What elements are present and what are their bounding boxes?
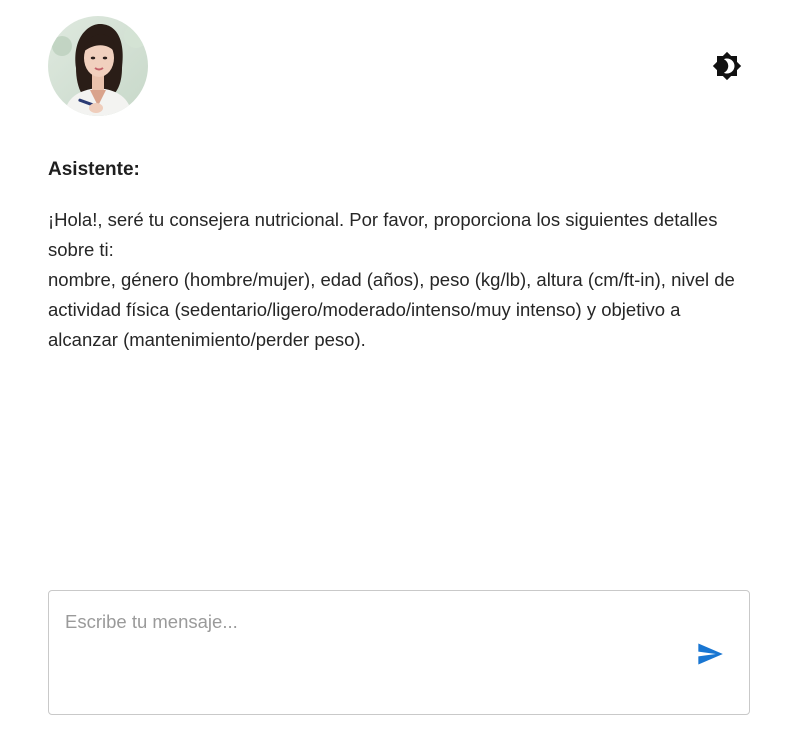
brightness-icon xyxy=(712,51,742,81)
send-icon xyxy=(698,643,723,665)
message-composer xyxy=(48,590,750,715)
speaker-label: Asistente: xyxy=(48,159,140,180)
message-line: ¡Hola!, seré tu consejera nutricional. P… xyxy=(48,209,718,260)
theme-toggle-button[interactable] xyxy=(711,50,743,82)
assistant-avatar-icon xyxy=(48,16,148,116)
assistant-message: ¡Hola!, seré tu consejera nutricional. P… xyxy=(48,205,748,355)
message-input[interactable] xyxy=(65,611,675,701)
send-button[interactable] xyxy=(693,637,727,671)
avatar xyxy=(48,16,148,116)
message-line: nombre, género (hombre/mujer), edad (año… xyxy=(48,269,735,350)
